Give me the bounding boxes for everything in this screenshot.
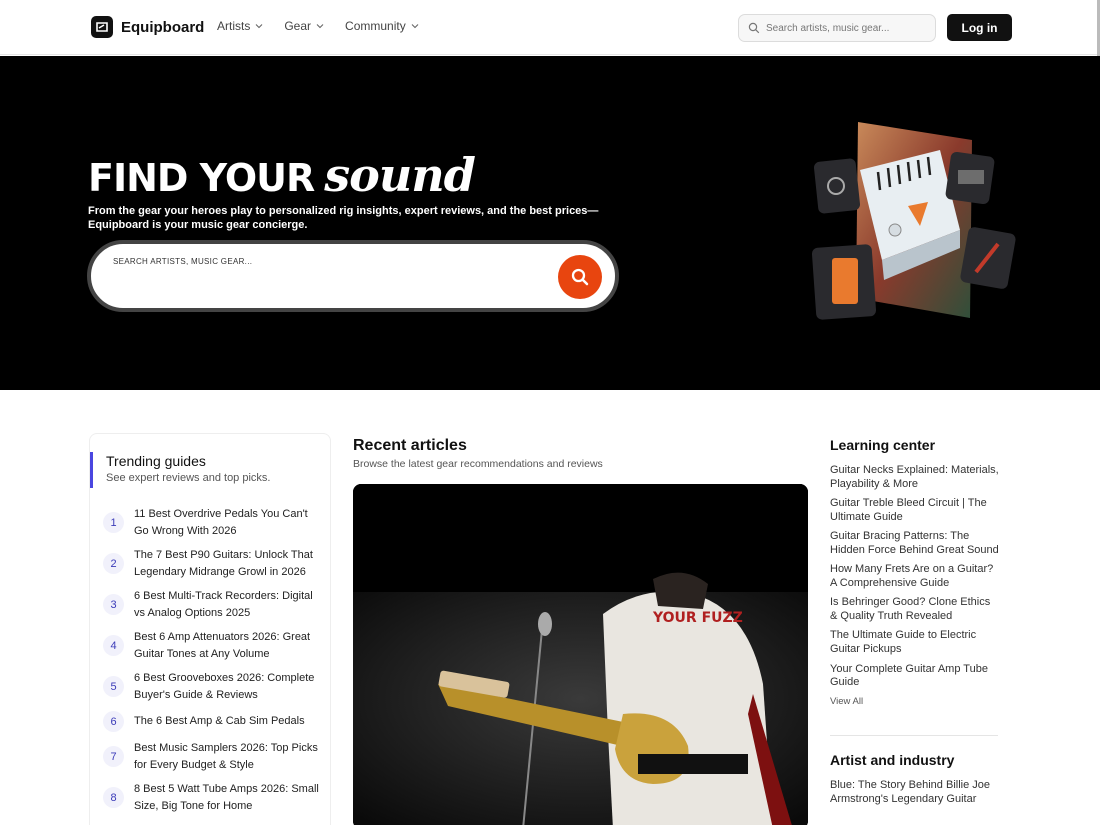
guide-rank: 4 <box>103 635 124 656</box>
artist-industry-link[interactable]: Blue: The Story Behind Billie Joe Armstr… <box>830 779 1000 807</box>
nav-gear-label: Gear <box>284 19 312 33</box>
guide-rank: 1 <box>103 512 124 533</box>
learning-link[interactable]: Your Complete Guitar Amp Tube Guide <box>830 663 1000 691</box>
chevron-down-icon <box>316 24 324 29</box>
gear-collage-illustration <box>811 122 1016 320</box>
search-icon <box>748 22 760 34</box>
guide-rank: 6 <box>103 711 124 732</box>
trending-guide-item[interactable]: 4 Best 6 Amp Attenuators 2026: Great Guit… <box>103 629 321 662</box>
guide-rank: 7 <box>103 746 124 767</box>
hero-title-bold: FIND YOUR <box>88 156 315 200</box>
shirt-print: YOUR FUZZ <box>652 610 743 626</box>
guitarist-photo: YOUR FUZZ <box>353 484 808 825</box>
trending-guide-item[interactable]: 1 11 Best Overdrive Pedals You Can't Go W… <box>103 506 321 539</box>
guide-rank: 8 <box>103 787 124 808</box>
hero-search-input[interactable] <box>113 257 513 266</box>
nav-community-label: Community <box>345 19 406 33</box>
guide-title[interactable]: The 7 Best P90 Guitars: Unlock That Lege… <box>134 547 321 580</box>
chevron-down-icon <box>255 24 263 29</box>
trending-guides-header: Trending guides See expert reviews and t… <box>90 452 270 488</box>
guide-title[interactable]: 6 Best Multi-Track Recorders: Digital vs… <box>134 588 321 621</box>
microphone-icon <box>538 612 552 636</box>
trending-guides-subtitle: See expert reviews and top picks. <box>106 472 271 484</box>
guide-title[interactable]: 11 Best Overdrive Pedals You Can't Go Wr… <box>134 506 321 539</box>
hero-search-box[interactable] <box>87 240 619 312</box>
header-search-box[interactable] <box>738 14 936 42</box>
guide-rank: 2 <box>103 553 124 574</box>
learning-view-all-link[interactable]: View All <box>830 696 1000 707</box>
nav-community[interactable]: Community <box>345 19 420 33</box>
knob-icon <box>888 223 902 237</box>
nav-artists[interactable]: Artists <box>217 19 264 33</box>
artist-industry-section: Artist and industry Blue: The Story Behi… <box>830 752 1000 812</box>
top-navigation-bar: Equipboard Artists Gear Community Log in <box>0 0 1100 60</box>
guide-title[interactable]: Best Music Samplers 2026: Top Picks for … <box>134 740 321 773</box>
hero-search-button[interactable] <box>558 255 602 299</box>
headphones-card <box>813 158 861 214</box>
guide-title[interactable]: The 6 Best Amp & Cab Sim Pedals <box>134 713 305 730</box>
guide-rank: 5 <box>103 676 124 697</box>
trending-guide-item[interactable]: 8 8 Best 5 Watt Tube Amps 2026: Small Siz… <box>103 781 321 814</box>
recent-articles-title: Recent articles <box>353 437 467 454</box>
guide-title[interactable]: 6 Best Grooveboxes 2026: Complete Buyer'… <box>134 670 321 703</box>
hero-subtitle: From the gear your heroes play to person… <box>88 205 599 231</box>
hero-section: FIND YOUR sound From the gear your heroe… <box>0 56 1100 390</box>
learning-link[interactable]: The Ultimate Guide to Electric Guitar Pi… <box>830 629 1000 657</box>
artist-industry-title: Artist and industry <box>830 752 955 768</box>
trending-guide-item[interactable]: 5 6 Best Grooveboxes 2026: Complete Buyer… <box>103 670 321 703</box>
search-icon <box>571 268 589 286</box>
learning-link[interactable]: Is Behringer Good? Clone Ethics & Qualit… <box>830 596 1000 624</box>
brand-name: Equipboard <box>121 18 205 36</box>
learning-link[interactable]: Guitar Necks Explained: Materials, Playa… <box>830 464 1000 492</box>
guide-title[interactable]: Best 6 Amp Attenuators 2026: Great Guita… <box>134 629 321 662</box>
trending-guide-item[interactable]: 2 The 7 Best P90 Guitars: Unlock That Leg… <box>103 547 321 580</box>
featured-article-image[interactable]: YOUR FUZZ <box>353 484 808 825</box>
hero-title-script: sound <box>324 148 476 202</box>
recent-articles-subtitle: Browse the latest gear recommendations a… <box>353 458 603 470</box>
guide-title[interactable]: 8 Best 5 Watt Tube Amps 2026: Small Size… <box>134 781 321 814</box>
nav-gear[interactable]: Gear <box>284 19 325 33</box>
brand-logo-link[interactable]: Equipboard <box>91 16 204 38</box>
amp-icon <box>958 170 984 184</box>
guide-rank: 3 <box>103 594 124 615</box>
header-search-input[interactable] <box>766 22 926 34</box>
trending-guides-title: Trending guides <box>106 453 206 469</box>
hero-title: FIND YOUR sound <box>88 148 476 202</box>
nav-artists-label: Artists <box>217 19 251 33</box>
learning-center-section: Learning center Guitar Necks Explained: … <box>830 437 1000 707</box>
learning-link[interactable]: How Many Frets Are on a Guitar? A Compre… <box>830 563 1000 591</box>
chevron-down-icon <box>411 24 419 29</box>
trending-guides-panel: Trending guides See expert reviews and t… <box>89 433 331 825</box>
pedal-icon <box>832 258 858 304</box>
trending-guides-list: 1 11 Best Overdrive Pedals You Can't Go W… <box>103 506 321 822</box>
main-nav: Artists Gear Community <box>217 19 420 33</box>
belt <box>638 754 748 774</box>
trending-guide-item[interactable]: 7 Best Music Samplers 2026: Top Picks for… <box>103 740 321 773</box>
trending-guide-item[interactable]: 6 The 6 Best Amp & Cab Sim Pedals <box>103 711 321 732</box>
trending-guide-item[interactable]: 3 6 Best Multi-Track Recorders: Digital v… <box>103 588 321 621</box>
learning-link[interactable]: Guitar Treble Bleed Circuit | The Ultima… <box>830 497 1000 525</box>
learning-center-title: Learning center <box>830 437 936 453</box>
sidebar-divider <box>830 735 998 736</box>
login-button[interactable]: Log in <box>947 14 1012 41</box>
learning-link[interactable]: Guitar Bracing Patterns: The Hidden Forc… <box>830 530 1000 558</box>
equipboard-logo-icon <box>91 16 113 38</box>
